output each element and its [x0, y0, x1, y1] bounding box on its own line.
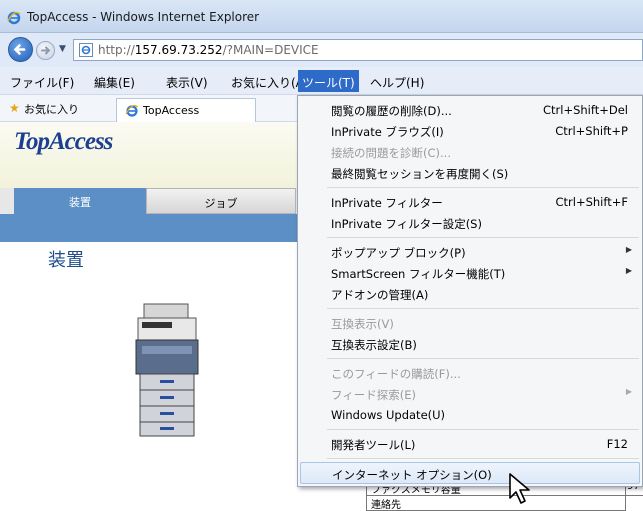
menu-item-compat-view-settings[interactable]: 互換表示設定(B) [298, 333, 642, 355]
menu-item-windows-update[interactable]: Windows Update(U) [298, 404, 642, 426]
menu-separator [327, 458, 639, 459]
submenu-arrow-icon: ▶ [625, 266, 632, 275]
tools-menu: 閲覧の履歴の削除(D)... Ctrl+Shift+Del InPrivate ブ… [297, 95, 643, 487]
menu-help[interactable]: ヘルプ(H) [366, 72, 428, 91]
copier-image [135, 303, 199, 437]
menu-item-inprivate-filter[interactable]: InPrivate フィルター Ctrl+Shift+F [298, 191, 642, 213]
address-bar: ▼ http://157.69.73.252/?MAIN=DEVICE [0, 33, 643, 67]
forward-button[interactable] [36, 41, 55, 60]
menu-separator [327, 237, 639, 238]
menu-item-reopen-session[interactable]: 最終閲覧セッションを再度開く(S) [298, 162, 642, 184]
title-bar: TopAccess - Windows Internet Explorer [0, 0, 643, 33]
tab-ie-icon [125, 104, 139, 117]
menu-item-delete-history[interactable]: 閲覧の履歴の削除(D)... Ctrl+Shift+Del [298, 99, 642, 121]
browser-window: TopAccess - Windows Internet Explorer ▼ … [0, 0, 643, 511]
menu-item-internet-options[interactable]: インターネット オプション(O) [300, 462, 640, 484]
page-icon [79, 43, 93, 57]
browser-tab[interactable]: TopAccess [116, 98, 256, 122]
menu-file[interactable]: ファイル(F) [6, 72, 78, 91]
back-arrow-icon [13, 44, 26, 55]
menu-item-diagnose-connection: 接続の問題を診断(C)... [331, 146, 451, 160]
tab-label: TopAccess [143, 104, 200, 117]
menu-view[interactable]: 表示(V) [162, 72, 212, 91]
menu-item-manage-addons[interactable]: アドオンの管理(A) [298, 283, 642, 305]
menu-edit[interactable]: 編集(E) [90, 72, 139, 91]
menu-separator [327, 429, 639, 430]
favorites-star-icon[interactable]: ★ [9, 101, 20, 115]
menu-item-inprivate-browsing[interactable]: InPrivate ブラウズ(I) Ctrl+Shift+P [298, 120, 642, 142]
menu-separator [327, 358, 639, 359]
menu-item-smartscreen[interactable]: SmartScreen フィルター機能(T) ▶ [298, 262, 642, 284]
tab-job[interactable]: ジョブ [146, 188, 296, 214]
menu-item-feed-discovery: フィード探索(E) ▶ [331, 387, 632, 402]
submenu-arrow-icon: ▶ [625, 245, 632, 254]
submenu-arrow-icon: ▶ [625, 387, 632, 396]
menu-item-compat-view: 互換表示(V) [331, 317, 394, 331]
back-button[interactable] [8, 37, 33, 62]
menu-tools[interactable]: ツール(T) [298, 70, 359, 92]
menu-bar: ファイル(F) 編集(E) 表示(V) お気に入り(A) ツール(T) ヘルプ(… [0, 67, 643, 95]
ie-logo-icon [7, 11, 21, 25]
menu-item-developer-tools[interactable]: 開発者ツール(L) F12 [298, 433, 642, 455]
favorites-button[interactable]: お気に入り [24, 101, 79, 117]
url-text: http://157.69.73.252/?MAIN=DEVICE [98, 43, 319, 57]
section-title: 装置 [48, 250, 84, 271]
menu-separator [327, 187, 639, 188]
url-field[interactable]: http://157.69.73.252/?MAIN=DEVICE [73, 39, 643, 61]
window-title: TopAccess - Windows Internet Explorer [27, 10, 260, 24]
mouse-cursor-icon [509, 473, 530, 504]
tab-device[interactable]: 装置 [14, 188, 146, 214]
topaccess-logo: TopAccess [14, 128, 113, 155]
menu-item-popup-blocker[interactable]: ポップアップ ブロック(P) ▶ [298, 241, 642, 263]
table-cell-label: 連絡先 [371, 500, 401, 511]
forward-arrow-icon [41, 46, 51, 55]
menu-item-subscribe-feed: このフィードの購読(F)... [331, 367, 461, 381]
menu-item-inprivate-filter-settings[interactable]: InPrivate フィルター設定(S) [298, 212, 642, 234]
menu-separator [327, 308, 639, 309]
history-dropdown-icon[interactable]: ▼ [59, 44, 66, 54]
table-row: 連絡先 [366, 496, 626, 511]
